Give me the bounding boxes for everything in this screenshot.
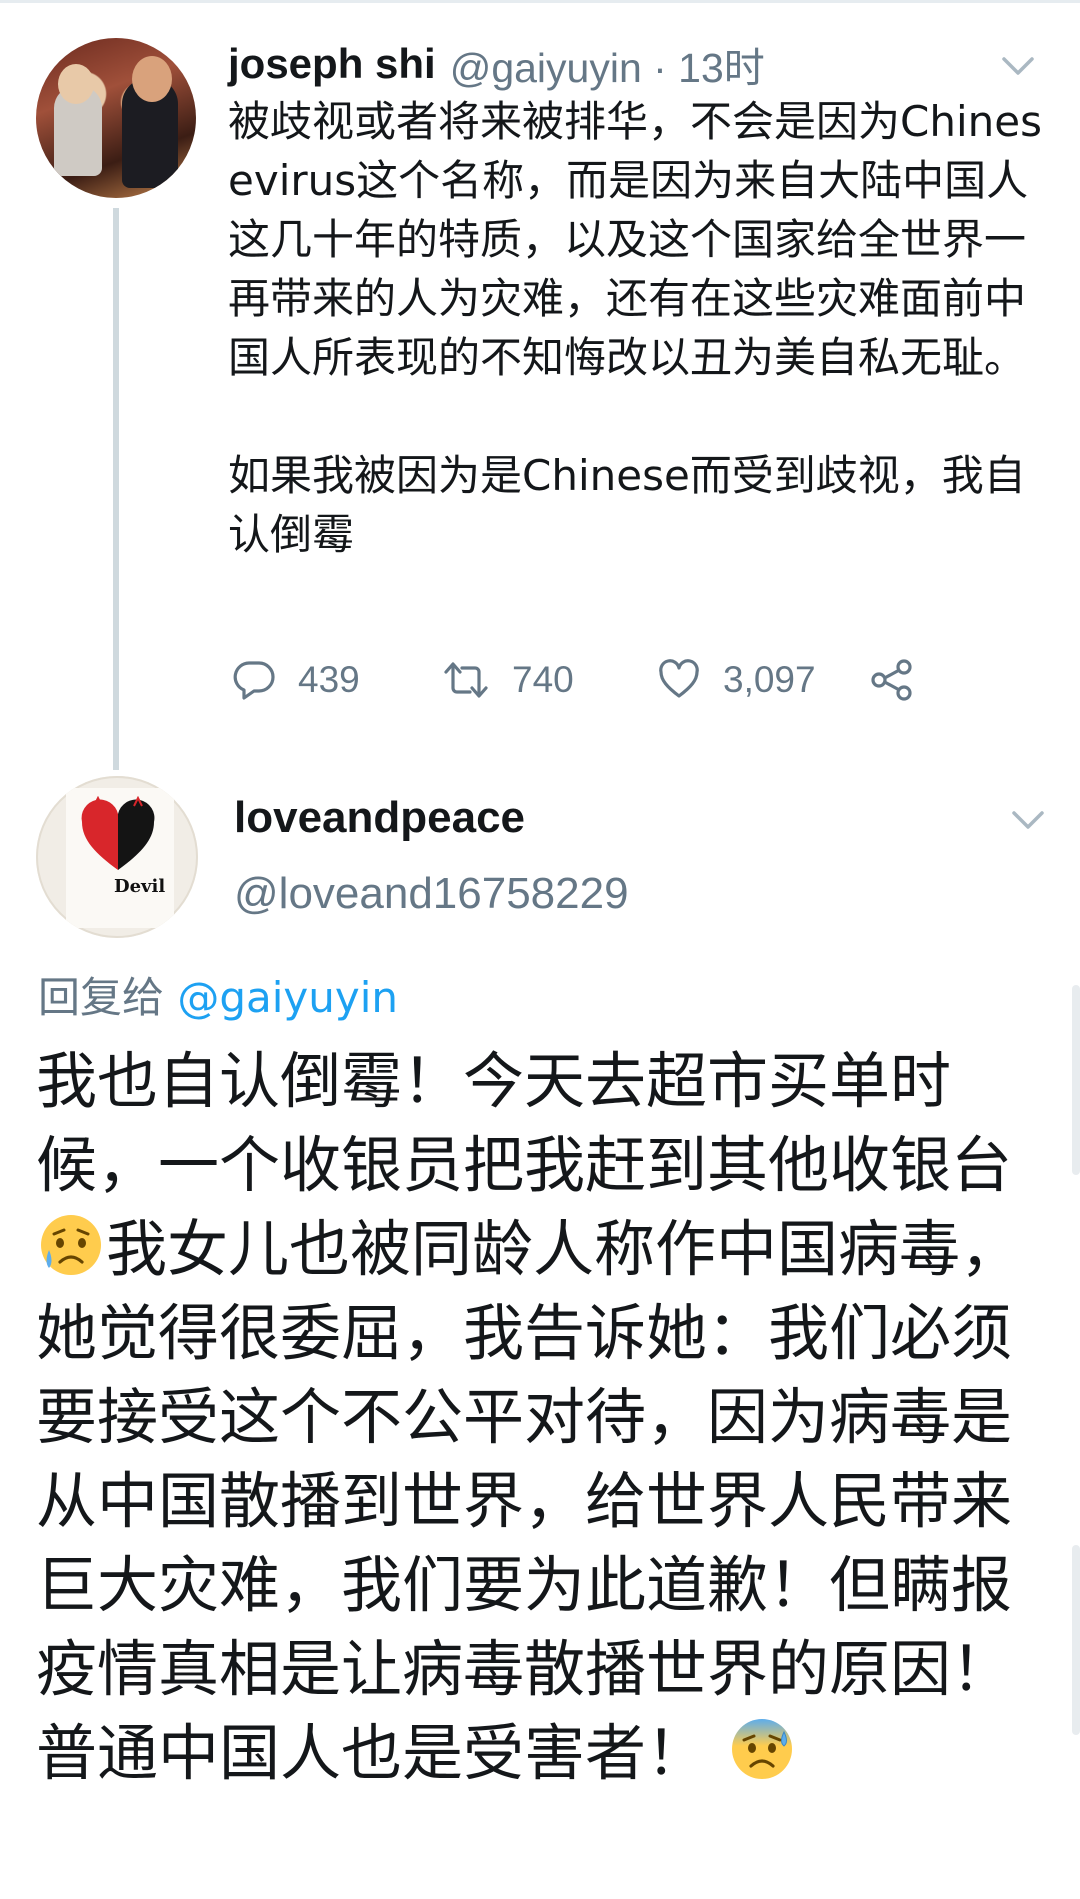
anxious-sweat-emoji-icon (732, 1719, 793, 1779)
reply-count: 439 (298, 659, 360, 700)
avatar-caption: Devil (114, 876, 166, 897)
heart-icon (659, 659, 699, 698)
retweet-icon (444, 662, 488, 698)
tweet2-author-name[interactable]: loveandpeace (234, 790, 525, 846)
tweet1-text: 被歧视或者将来被排华，不会是因为Chinesevirus这个名称，而是因为来自大… (228, 97, 1042, 559)
share-button[interactable] (869, 657, 915, 703)
disappointed-relieved-emoji-icon (41, 1215, 101, 1275)
chevron-down-icon[interactable] (1008, 800, 1048, 840)
tweet2-text-part1: 我也自认倒霉！今天去超市买单时候，一个收银员把我赶到其他收银台 (36, 1046, 1013, 1201)
tweet1-action-bar: 439 740 3,097 (232, 648, 915, 712)
scroll-indicator-top (1072, 985, 1080, 1175)
tweet1-author-name[interactable]: joseph shi (228, 40, 436, 88)
avatar-face-left (58, 64, 94, 104)
avatar-joseph-shi[interactable] (36, 38, 196, 198)
tweet2-handle[interactable]: @loveand16758229 (234, 866, 629, 922)
retweet-count: 740 (512, 659, 574, 700)
share-icon (871, 659, 912, 701)
retweet-button[interactable]: 740 (442, 658, 657, 702)
reply-icon (233, 661, 275, 700)
tweet2-text-part2: 我女儿也被同龄人称作中国病毒，她觉得很委屈，我告诉她：我们必须要接受这个不公平对… (36, 1214, 1022, 1789)
top-divider (0, 0, 1080, 3)
scroll-indicator-bottom (1072, 1545, 1080, 1735)
reply-context: 回复给 @gaiyuyin (38, 970, 398, 1026)
reply-mention-link[interactable]: @gaiyuyin (177, 973, 398, 1022)
reply-button[interactable]: 439 (232, 658, 442, 702)
like-button[interactable]: 3,097 (657, 658, 869, 702)
tweet1-handle-time[interactable]: @gaiyuyin · 13时 (450, 34, 765, 94)
thread-connector-line (113, 208, 119, 770)
avatar-loveandpeace[interactable]: Devil (36, 776, 198, 938)
tweet1-header: joseph shi @gaiyuyin · 13时 (228, 36, 765, 92)
tweet2-text: 我也自认倒霉！今天去超市买单时候，一个收银员把我赶到其他收银台 我女儿也被同龄人… (36, 1040, 1050, 1796)
heart-drawing-icon (81, 796, 155, 870)
reply-prefix: 回复给 (38, 973, 178, 1022)
avatar-face-right (132, 56, 172, 102)
like-count: 3,097 (723, 659, 816, 700)
chevron-down-icon[interactable] (998, 46, 1038, 86)
